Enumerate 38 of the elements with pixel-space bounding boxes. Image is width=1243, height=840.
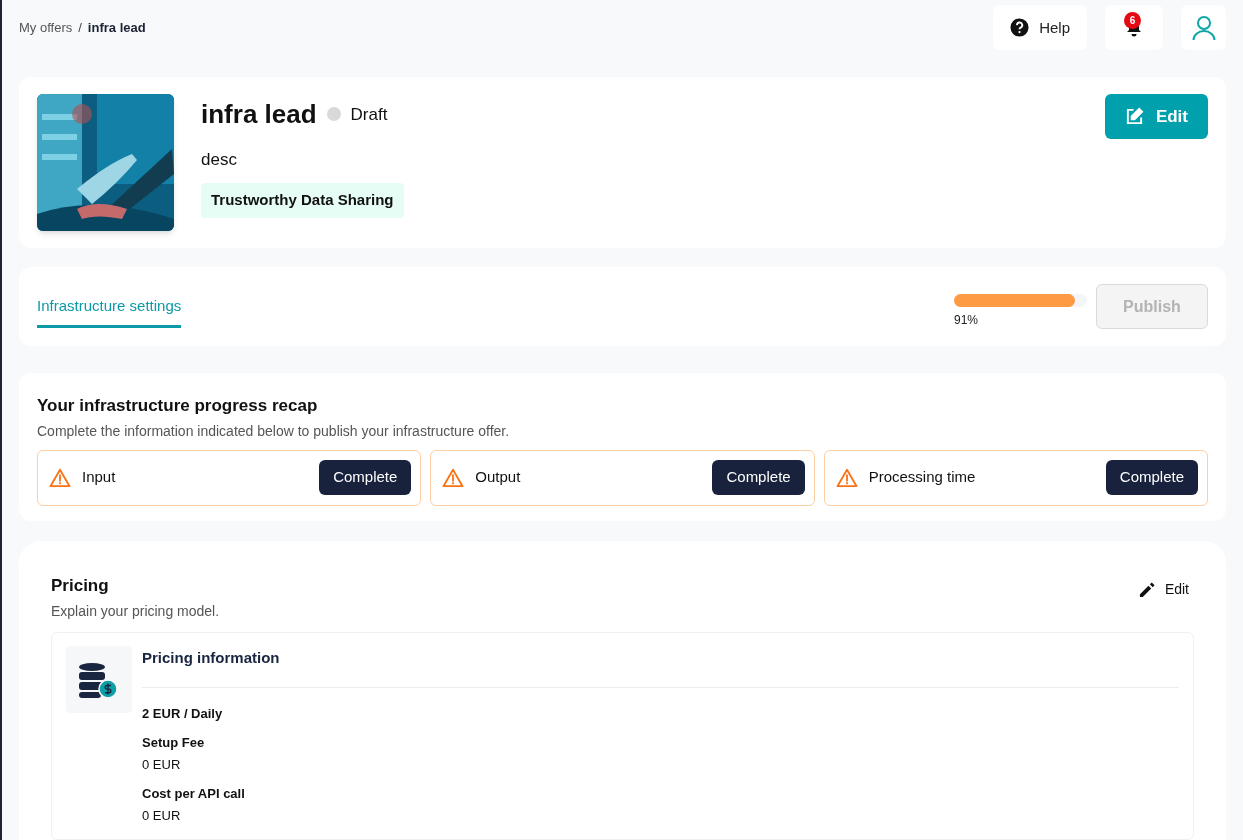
warning-icon (442, 467, 465, 488)
pricing-subtitle: Explain your pricing model. (51, 602, 220, 621)
fee-value: 0 EUR (142, 755, 182, 774)
notification-badge: 6 (1124, 12, 1141, 30)
complete-button[interactable]: Complete (319, 460, 412, 496)
recap-item-label: Processing time (868, 467, 977, 488)
recap-item-label: Output (475, 467, 522, 488)
breadcrumb-link[interactable]: infra lead (87, 18, 146, 38)
recap-subtitle: Complete the information indicated below to publish your infrastructure offer. (37, 421, 511, 441)
warning-icon (49, 467, 71, 488)
pricing-icon (66, 646, 132, 713)
complete-button[interactable]: Complete (1105, 460, 1198, 496)
progress-reading: 91% (954, 312, 980, 330)
complete-button[interactable]: Complete (712, 460, 805, 496)
warning-icon (835, 467, 858, 488)
breadcrumb-separator: / (78, 19, 82, 38)
recap-item-label: Input (82, 467, 117, 488)
edit-icon (1124, 106, 1144, 126)
fee-label: Setup Fee (142, 734, 206, 752)
price-label: 2 EUR / Daily (142, 704, 224, 723)
help-button[interactable]: Help (993, 5, 1087, 51)
fee-label: Cost per API call (142, 785, 246, 803)
notifications-button[interactable]: 6 (1105, 5, 1163, 51)
status-label: Draft (350, 103, 388, 126)
pricing-title: Pricing (51, 574, 110, 597)
category-tag: Trustworthy Data Sharing (201, 183, 404, 218)
pencil-icon (1138, 580, 1156, 598)
offer-description: desc (201, 148, 238, 171)
pricing-info-title: Pricing information (142, 648, 281, 668)
breadcrumb-link[interactable]: My offers (19, 18, 73, 38)
fee-value: 0 EUR (142, 806, 182, 825)
recap-title: Your infrastructure progress recap (37, 395, 319, 418)
status-dot-icon (326, 107, 341, 122)
pricing-edit-button[interactable]: Edit (1138, 578, 1189, 600)
user-icon (1191, 14, 1216, 41)
profile-button[interactable] (1181, 5, 1226, 51)
offer-title: infra lead (201, 97, 317, 131)
help-icon (1010, 18, 1030, 38)
